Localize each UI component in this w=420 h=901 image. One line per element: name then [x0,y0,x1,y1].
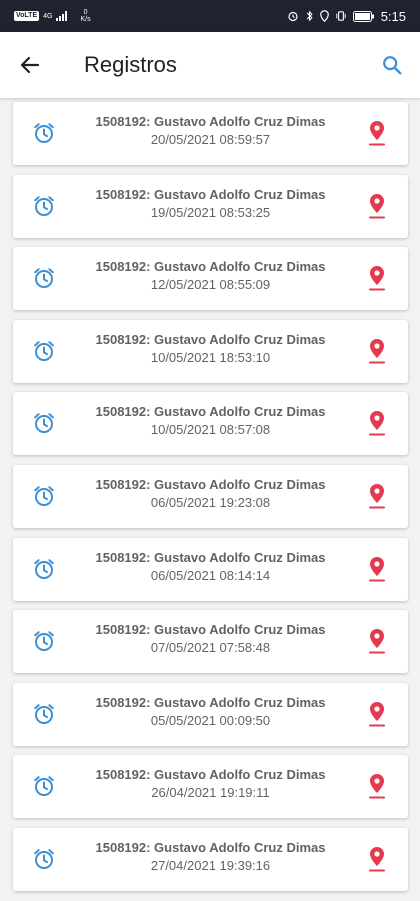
record-datetime: 27/04/2021 19:39:16 [150,857,271,873]
alarm-clock-icon [34,123,54,143]
record-card[interactable]: 1508192: Gustavo Adolfo Cruz Dimas 06/05… [13,537,408,601]
record-datetime: 12/05/2021 08:55:09 [150,277,271,293]
search-button[interactable] [376,49,408,81]
location-status-icon [319,10,329,22]
record-card[interactable]: 1508192: Gustavo Adolfo Cruz Dimas 10/05… [13,319,408,383]
back-button[interactable] [14,49,46,81]
app-bar: Registros [0,32,420,98]
record-employee: 1508192: Gustavo Adolfo Cruz Dimas [95,839,326,855]
alarm-clock-icon [34,340,54,361]
record-text: 1508192: Gustavo Adolfo Cruz Dimas 07/05… [73,621,348,657]
record-datetime: 19/05/2021 08:53:25 [150,204,271,220]
page-title: Registros [84,52,177,77]
alarm-clock-icon [34,195,54,216]
record-text: 1508192: Gustavo Adolfo Cruz Dimas 06/05… [73,476,348,512]
record-employee: 1508192: Gustavo Adolfo Cruz Dimas [95,476,326,492]
record-text: 1508192: Gustavo Adolfo Cruz Dimas 06/05… [73,549,348,585]
clock: 5:15 [380,8,406,24]
status-bar-right: 5:15 [287,9,406,24]
record-employee: 1508192: Gustavo Adolfo Cruz Dimas [95,404,326,420]
alarm-clock-icon [34,849,54,869]
alarm-clock-icon [34,558,54,579]
record-card[interactable]: 1508192: Gustavo Adolfo Cruz Dimas 05/05… [13,682,408,746]
record-employee: 1508192: Gustavo Adolfo Cruz Dimas [95,694,326,710]
records-list: 1508192: Gustavo Adolfo Cruz Dimas 20/05… [0,102,420,901]
map-pin-icon[interactable] [366,192,388,220]
record-card[interactable]: 1508192: Gustavo Adolfo Cruz Dimas 20/05… [13,102,408,165]
record-card[interactable]: 1508192: Gustavo Adolfo Cruz Dimas 27/04… [13,827,408,891]
record-datetime: 10/05/2021 18:53:10 [150,349,271,365]
record-card[interactable]: 1508192: Gustavo Adolfo Cruz Dimas 12/05… [13,247,408,311]
map-pin-icon[interactable] [366,264,388,292]
record-text: 1508192: Gustavo Adolfo Cruz Dimas 10/05… [73,331,348,367]
network-type-label: 4G [43,12,53,20]
record-text: 1508192: Gustavo Adolfo Cruz Dimas 10/05… [73,403,348,439]
signal-icon [56,11,68,21]
record-text: 1508192: Gustavo Adolfo Cruz Dimas 26/04… [73,766,348,802]
map-pin-icon[interactable] [366,482,388,510]
status-bar: VoLTE 4G 0 K/s 5:15 [0,0,420,32]
map-pin-icon[interactable] [366,337,388,365]
volte-badge: VoLTE [14,11,40,21]
battery-icon [352,10,374,22]
alarm-clock-icon [34,413,54,434]
alarm-clock-icon [34,776,54,797]
record-employee: 1508192: Gustavo Adolfo Cruz Dimas [95,331,326,347]
record-datetime: 20/05/2021 08:59:57 [150,132,271,147]
map-pin-icon[interactable] [366,845,388,873]
record-datetime: 05/05/2021 00:09:50 [150,712,271,728]
record-employee: 1508192: Gustavo Adolfo Cruz Dimas [95,259,326,275]
map-pin-icon[interactable] [366,700,388,728]
record-card[interactable]: 1508192: Gustavo Adolfo Cruz Dimas 19/05… [13,174,408,238]
record-datetime: 26/04/2021 19:19:11 [151,785,270,801]
record-text: 1508192: Gustavo Adolfo Cruz Dimas 12/05… [73,258,348,294]
map-pin-icon[interactable] [366,627,388,655]
arrow-left-icon [20,56,40,74]
map-pin-icon[interactable] [366,409,388,437]
record-text: 1508192: Gustavo Adolfo Cruz Dimas 20/05… [73,113,348,149]
record-datetime: 06/05/2021 08:14:14 [150,567,271,583]
vibrate-icon [336,11,346,21]
alarm-clock-icon [34,631,54,652]
record-employee: 1508192: Gustavo Adolfo Cruz Dimas [95,622,326,638]
map-pin-icon[interactable] [366,772,388,800]
record-employee: 1508192: Gustavo Adolfo Cruz Dimas [95,767,326,783]
record-employee: 1508192: Gustavo Adolfo Cruz Dimas [95,114,326,129]
record-datetime: 10/05/2021 08:57:08 [150,422,271,438]
record-datetime: 07/05/2021 07:58:48 [150,640,271,656]
alarm-status-icon [288,11,298,22]
map-pin-icon[interactable] [366,119,388,147]
map-pin-icon[interactable] [366,555,388,583]
net-speed-unit: K/s [80,16,91,23]
record-card[interactable]: 1508192: Gustavo Adolfo Cruz Dimas 26/04… [13,755,408,819]
status-bar-left: VoLTE 4G 0 K/s [14,9,91,23]
record-employee: 1508192: Gustavo Adolfo Cruz Dimas [95,186,326,202]
alarm-clock-icon [34,703,54,724]
net-speed-value: 0 [83,9,88,16]
bluetooth-icon [306,10,313,22]
search-icon [383,56,402,75]
record-text: 1508192: Gustavo Adolfo Cruz Dimas 27/04… [73,839,348,875]
record-card[interactable]: 1508192: Gustavo Adolfo Cruz Dimas 07/05… [13,610,408,674]
record-text: 1508192: Gustavo Adolfo Cruz Dimas 19/05… [73,186,348,222]
alarm-clock-icon [34,268,54,289]
alarm-clock-icon [34,486,54,506]
record-employee: 1508192: Gustavo Adolfo Cruz Dimas [95,549,326,565]
record-text: 1508192: Gustavo Adolfo Cruz Dimas 05/05… [73,694,348,730]
record-card[interactable]: 1508192: Gustavo Adolfo Cruz Dimas 10/05… [13,392,408,456]
record-datetime: 06/05/2021 19:23:08 [150,494,271,510]
record-card[interactable]: 1508192: Gustavo Adolfo Cruz Dimas 06/05… [13,464,408,528]
